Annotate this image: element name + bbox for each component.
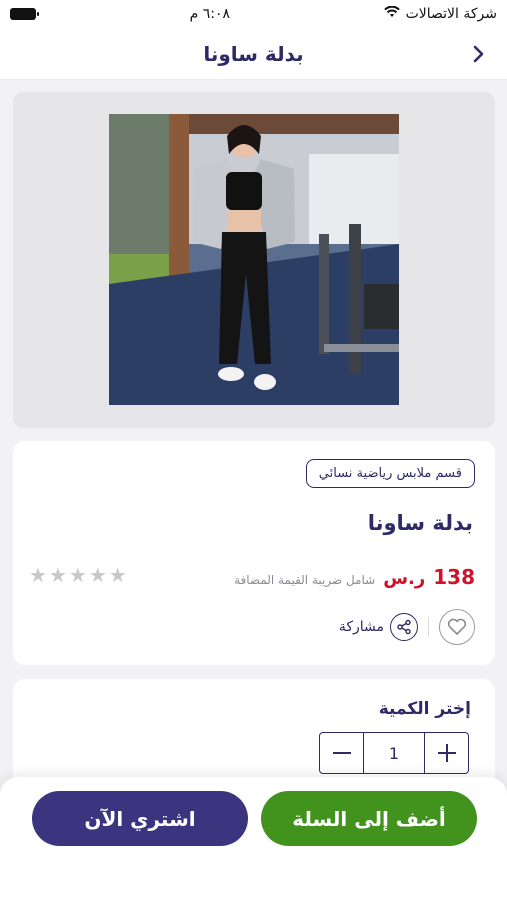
vat-note: شامل ضريبة القيمة المضافة (234, 573, 376, 587)
bottom-action-bar: أضف إلى السلة اشتري الآن (0, 777, 507, 900)
battery-icon (10, 8, 39, 20)
product-info-card: قسم ملابس رياضية نسائي بدلة ساونا 138 ر.… (13, 441, 495, 665)
status-carrier-group: شركة الاتصالات (383, 5, 497, 22)
heart-icon (447, 618, 467, 635)
share-button[interactable]: مشاركة (339, 613, 418, 641)
favorite-button[interactable] (439, 609, 475, 645)
quantity-title: إختر الكمية (378, 699, 471, 719)
star-icon: ★ (29, 563, 47, 587)
rating-stars: ★ ★ ★ ★ ★ (29, 565, 127, 585)
carrier-name: شركة الاتصالات (405, 6, 497, 22)
share-icon (390, 613, 418, 641)
product-name: بدلة ساونا (367, 511, 473, 535)
quantity-value[interactable]: 1 (364, 733, 424, 773)
add-to-cart-button[interactable]: أضف إلى السلة (261, 791, 477, 846)
product-image-card (13, 92, 495, 428)
price-currency: ر.س (383, 568, 426, 589)
minus-icon (332, 752, 351, 754)
star-icon: ★ (48, 563, 67, 587)
star-icon: ★ (88, 563, 107, 587)
status-time: ٦:٠٨ م (189, 6, 230, 22)
buy-now-button[interactable]: اشتري الآن (32, 791, 248, 846)
star-icon: ★ (68, 563, 87, 587)
chevron-right-icon (473, 45, 484, 63)
decrease-quantity-button[interactable] (320, 733, 364, 773)
price-row: 138 ر.س شامل ضريبة القيمة المضافة (234, 565, 475, 589)
product-actions: مشاركة (339, 609, 475, 645)
wifi-icon (383, 5, 400, 22)
price-value: 138 (433, 565, 475, 589)
increase-quantity-button[interactable] (424, 733, 468, 773)
category-badge[interactable]: قسم ملابس رياضية نسائي (305, 459, 475, 488)
page-title: بدلة ساونا (203, 41, 304, 66)
quantity-stepper: 1 (319, 732, 469, 774)
share-label: مشاركة (338, 619, 384, 635)
plus-icon (437, 744, 456, 762)
star-icon: ★ (108, 563, 127, 587)
status-bar: ٦:٠٨ م شركة الاتصالات (0, 0, 507, 28)
nav-bar: بدلة ساونا (0, 28, 507, 80)
product-image[interactable] (109, 114, 399, 405)
divider (428, 617, 429, 637)
back-button[interactable] (465, 40, 493, 68)
